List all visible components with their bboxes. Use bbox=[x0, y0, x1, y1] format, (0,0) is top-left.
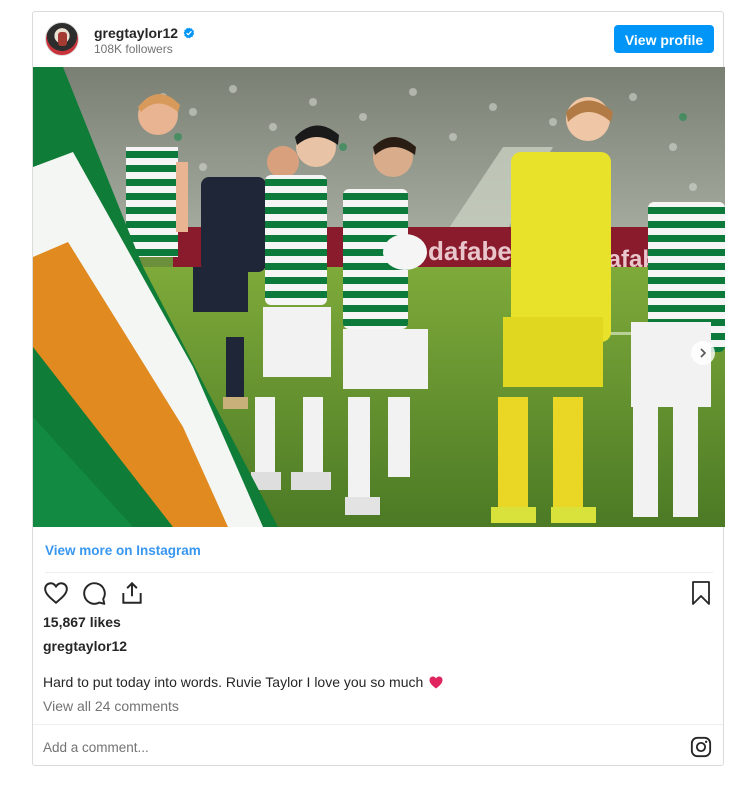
divider bbox=[45, 572, 713, 573]
post-caption: Hard to put today into words. Ruvie Tayl… bbox=[43, 674, 443, 690]
chevron-right-icon bbox=[700, 348, 707, 358]
post-photo[interactable]: dafabet dafabet bbox=[33, 67, 725, 527]
pink-heart-emoji-icon bbox=[429, 676, 443, 688]
follower-count: 108K followers bbox=[94, 42, 173, 56]
username[interactable]: gregtaylor12 bbox=[94, 25, 178, 41]
next-photo-button[interactable] bbox=[691, 341, 715, 365]
verified-badge-icon bbox=[183, 27, 195, 39]
view-all-comments-link[interactable]: View all 24 comments bbox=[43, 698, 179, 714]
view-profile-button[interactable]: View profile bbox=[614, 25, 714, 53]
add-comment-input[interactable]: Add a comment... bbox=[43, 740, 149, 755]
share-icon[interactable] bbox=[119, 580, 145, 606]
instagram-embed-card: gregtaylor12 108K followers View profile bbox=[32, 11, 725, 766]
heart-icon[interactable] bbox=[43, 580, 69, 606]
post-header: gregtaylor12 108K followers View profile bbox=[33, 12, 723, 67]
like-count[interactable]: 15,867 likes bbox=[43, 614, 121, 630]
action-bar bbox=[43, 580, 145, 606]
view-more-link[interactable]: View more on Instagram bbox=[45, 543, 201, 558]
profile-avatar[interactable] bbox=[45, 22, 79, 56]
ad-board-text-1: dafabet bbox=[428, 236, 521, 266]
match-photo-illustration: dafabet dafabet bbox=[33, 67, 725, 527]
instagram-logo-icon[interactable] bbox=[690, 736, 712, 758]
caption-text: Hard to put today into words. Ruvie Tayl… bbox=[43, 674, 424, 690]
divider bbox=[33, 724, 723, 725]
post-owner[interactable]: gregtaylor12 bbox=[43, 638, 127, 654]
bookmark-icon[interactable] bbox=[689, 580, 713, 606]
username-row: gregtaylor12 bbox=[94, 25, 195, 41]
comment-icon[interactable] bbox=[81, 580, 107, 606]
